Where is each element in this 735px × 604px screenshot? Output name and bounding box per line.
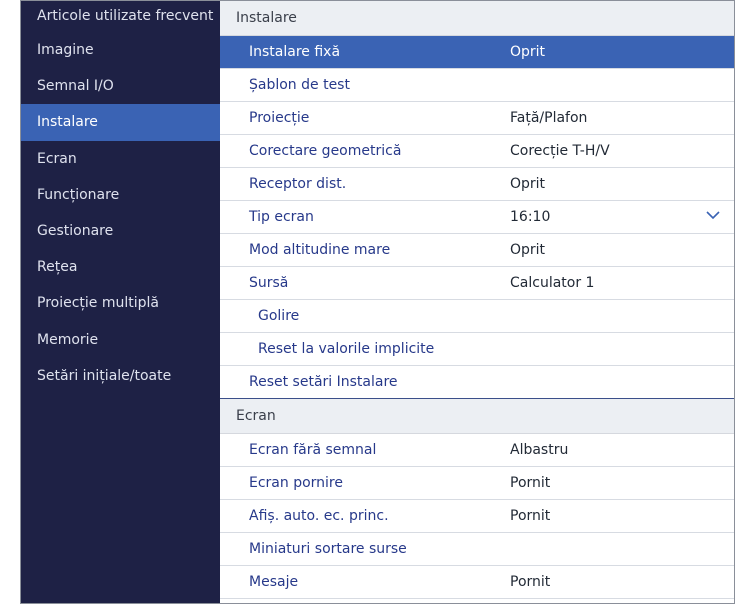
sidebar-item-management[interactable]: Gestionare [21,213,221,249]
setting-row-auto-home-screen[interactable]: Afiș. auto. ec. princ. Pornit [220,500,734,533]
setting-value: Albastru [510,442,569,458]
setting-row-geometry-correction[interactable]: Corectare geometrică Corecție T-H/V [220,135,734,168]
setting-label: Sursă [249,275,289,291]
section-header-display: Ecran [220,399,734,434]
setting-label: Ecran pornire [249,475,343,491]
sidebar-item-signal-io[interactable]: Semnal I/O [21,68,221,104]
setting-label: Tip ecran [249,209,314,225]
setting-row-reset-installation[interactable]: Reset setări Instalare [220,366,734,399]
setting-row-test-pattern[interactable]: Șablon de test [220,69,734,102]
sidebar-menu: Articole utilizate frecvent Imagine Semn… [21,1,221,603]
setting-label: Reset la valorile implicite [258,341,435,357]
setting-label: Instalare fixă [249,44,341,60]
chevron-down-icon[interactable] [706,210,720,220]
setting-row-reset-defaults[interactable]: Reset la valorile implicite [220,333,734,366]
setting-row-clear[interactable]: Golire [220,300,734,333]
setting-label: Proiecție [249,110,310,126]
setting-label: Golire [258,308,300,324]
sidebar-item-operation[interactable]: Funcționare [21,177,221,213]
section-header-installation: Instalare [220,1,734,36]
setting-row-remote-receiver[interactable]: Receptor dist. Oprit [220,168,734,201]
settings-panel: Instalare Instalare fixă Oprit Șablon de… [220,1,734,603]
setting-label: Receptor dist. [249,176,347,192]
setting-value: Calculator 1 [510,275,595,291]
setting-value: Corecție T-H/V [510,143,610,159]
setting-label: Miniaturi sortare surse [249,541,407,557]
sidebar-item-frequent[interactable]: Articole utilizate frecvent [21,1,221,32]
setting-label: Mod altitudine mare [249,242,391,258]
setting-value: Oprit [510,242,546,258]
setting-value: Oprit [510,176,546,192]
setting-value: Pornit [510,475,551,491]
sidebar-item-image[interactable]: Imagine [21,32,221,68]
sidebar-item-network[interactable]: Rețea [21,249,221,285]
setting-value: 16:10 [510,209,551,225]
setting-row-no-signal-screen[interactable]: Ecran fără semnal Albastru [220,434,734,467]
setting-row-projection[interactable]: Proiecție Față/Plafon [220,102,734,135]
sidebar-item-installation[interactable]: Instalare [21,104,221,141]
sidebar-item-multi-projection[interactable]: Proiecție multiplă [21,285,221,321]
setting-row-source[interactable]: Sursă Calculator 1 [220,267,734,300]
setting-value: Față/Plafon [510,110,588,126]
setting-value: Oprit [510,44,546,60]
setting-row-fixed-installation[interactable]: Instalare fixă Oprit [220,36,734,69]
setting-value: Pornit [510,508,551,524]
setting-label: Reset setări Instalare [249,374,398,390]
setting-row-messages[interactable]: Mesaje Pornit [220,566,734,599]
setting-row-partial [220,599,734,603]
setting-label: Afiș. auto. ec. princ. [249,508,389,524]
setting-label: Șablon de test [249,77,350,93]
sidebar-item-initial-settings[interactable]: Setări inițiale/toate [21,358,221,394]
sidebar-item-memory[interactable]: Memorie [21,322,221,358]
setting-value: Pornit [510,574,551,590]
setting-row-screen-type[interactable]: Tip ecran 16:10 [220,201,734,234]
projector-menu-window: Articole utilizate frecvent Imagine Semn… [20,0,735,604]
setting-label: Mesaje [249,574,299,590]
setting-label: Corectare geometrică [249,143,402,159]
sidebar-item-display[interactable]: Ecran [21,141,221,177]
setting-row-source-thumbnails[interactable]: Miniaturi sortare surse [220,533,734,566]
setting-row-startup-screen[interactable]: Ecran pornire Pornit [220,467,734,500]
setting-row-high-altitude-mode[interactable]: Mod altitudine mare Oprit [220,234,734,267]
setting-label: Ecran fără semnal [249,442,377,458]
